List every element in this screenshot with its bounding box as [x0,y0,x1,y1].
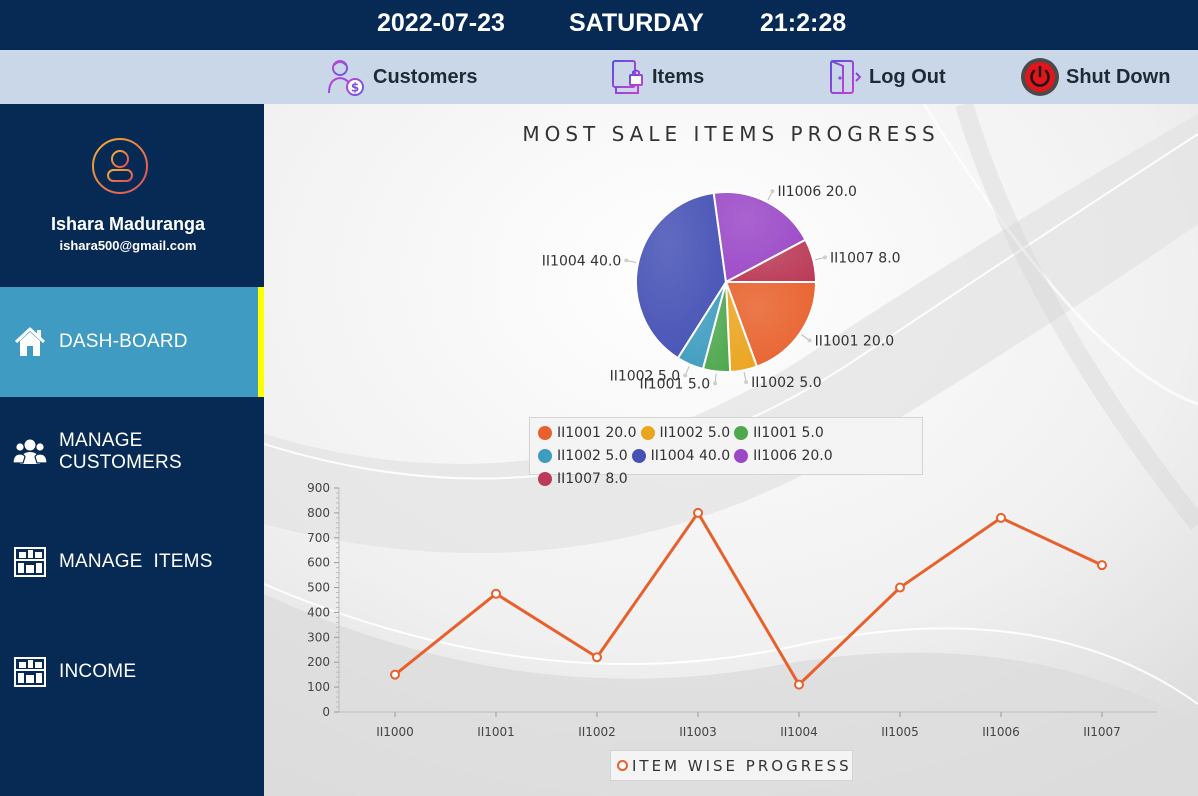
y-tick-label: 100 [307,680,330,694]
line-legend: ITEM WISE PROGRESS [610,750,853,781]
line-point [1097,560,1107,571]
x-tick-label: II1003 [679,725,717,739]
user-email: ishara500@gmail.com [59,238,197,253]
dashboard-panel: MOST SALE ITEMS PROGRESS II1001 20.0 II10… [264,104,1198,796]
shutdown-label: Shut Down [1066,65,1171,88]
menu-bar: $ Customers Items Log Out Shut Down [0,50,1198,104]
nav-dashboard-label: DASH-BOARD [59,331,188,352]
x-tick-label: II1000 [376,725,414,739]
customers-menu-button[interactable]: $ Customers [325,57,477,97]
svg-text:$: $ [351,81,359,95]
items-box-icon [612,60,643,94]
y-tick-label: 0 [322,705,330,719]
y-tick-label: 800 [307,506,330,520]
line-point [996,512,1006,523]
items-menu-button[interactable]: Items [610,57,704,97]
power-icon [1021,58,1059,96]
x-tick-label: II1005 [881,725,919,739]
line-series [394,511,1103,687]
store-icon [13,655,47,689]
y-tick-label: 600 [307,556,330,570]
line-chart: 0 100 200 300 400 500 600 700 800 900 II1000 II1001… [307,481,1157,739]
line-point [390,669,400,680]
line-point [794,679,804,690]
top-header: 2022-07-23 SATURDAY 21:2:28 [0,0,1198,50]
nav-income[interactable]: INCOME [0,617,264,727]
customers-label: Customers [373,65,478,88]
sidebar: Ishara Maduranga ishara500@gmail.com DAS… [0,104,264,796]
customer-money-icon: $ [328,60,364,96]
line-legend-label: ITEM WISE PROGRESS [632,756,852,775]
shutdown-menu-button[interactable]: Shut Down [1020,57,1170,97]
y-tick-label: 400 [307,605,330,619]
x-tick-label: II1004 [780,725,818,739]
x-tick-label: II1006 [982,725,1020,739]
y-tick-label: 200 [307,655,330,669]
user-name: Ishara Maduranga [50,214,206,234]
line-point [895,582,905,593]
logout-menu-button[interactable]: Log Out [827,57,946,97]
nav-dashboard[interactable]: DASH-BOARD [0,287,264,397]
date-display: 2022-07-23 [377,9,505,37]
store-icon [13,545,47,579]
home-icon [13,325,47,359]
y-tick-label: 300 [307,630,330,644]
day-display: SATURDAY [569,9,704,37]
user-avatar-icon [92,138,148,194]
x-tick-label: II1007 [1083,725,1121,739]
y-tick-label: 900 [307,481,330,495]
logout-door-icon [830,60,862,94]
x-tick-label: II1002 [578,725,616,739]
nav-manage-customers[interactable]: MANAGE CUSTOMERS [0,397,264,507]
users-icon [13,435,47,469]
logout-label: Log Out [869,65,946,88]
nav-manage-items-label: MANAGE ITEMS [59,551,213,572]
line-point [491,588,501,599]
time-display: 21:2:28 [760,9,847,37]
nav-income-label: INCOME [59,661,137,682]
line-point [693,507,703,518]
line-point [592,652,602,663]
x-tick-label: II1001 [477,725,515,739]
y-tick-label: 700 [307,531,330,545]
nav-manage-items[interactable]: MANAGE ITEMS [0,507,264,617]
nav-manage-customers-label: MANAGE CUSTOMERS [59,430,182,473]
legend-marker-icon [617,760,628,771]
items-label: Items [652,65,705,88]
y-tick-label: 500 [307,581,330,595]
